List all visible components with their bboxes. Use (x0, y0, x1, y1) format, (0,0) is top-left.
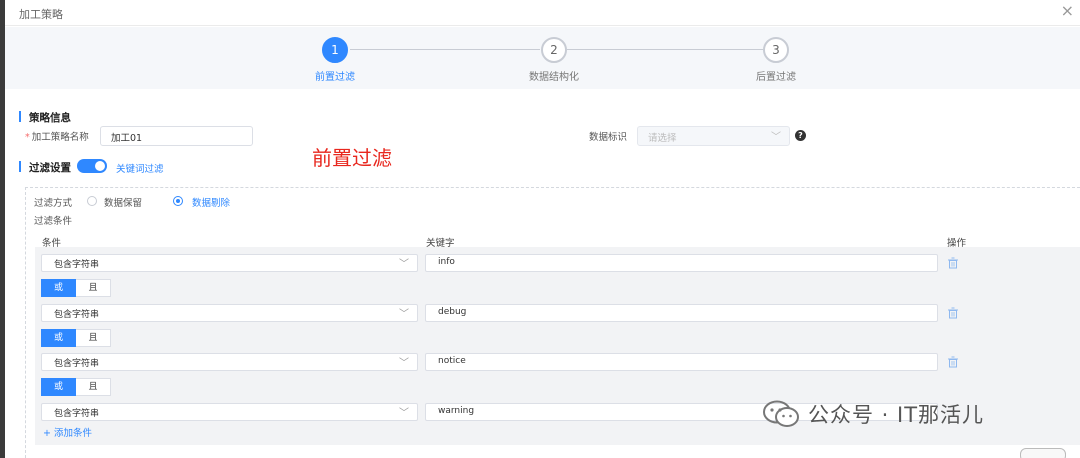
keyword-value: notice (438, 356, 466, 366)
help-icon[interactable]: ? (795, 130, 806, 141)
condition-select[interactable]: 包含字符串 ﹀ (41, 304, 418, 322)
condition-select-value: 包含字符串 (54, 409, 100, 419)
radio-keep-label[interactable]: 数据保留 (104, 195, 142, 209)
step-1[interactable]: 1 前置过滤 (275, 37, 395, 83)
and-button[interactable]: 且 (76, 378, 111, 396)
filter-settings-title: 过滤设置 (19, 160, 71, 175)
step-3-circle: 3 (763, 37, 789, 63)
keyword-filter-link[interactable]: 关键词过滤 (116, 161, 164, 175)
condition-select-value: 包含字符串 (54, 260, 100, 270)
toggle-knob (95, 161, 105, 171)
radio-keep[interactable] (87, 196, 97, 206)
logic-toggle: 或 且 (41, 378, 111, 396)
wechat-icon (763, 400, 799, 427)
radio-remove[interactable] (173, 196, 183, 206)
strategy-name-input[interactable]: 加工01 (100, 126, 253, 146)
chevron-down-icon: ﹀ (399, 358, 409, 369)
step-3-label: 后置过滤 (756, 72, 796, 83)
trash-icon[interactable] (947, 356, 959, 368)
dialog-titlebar: 加工策略 × (5, 0, 1080, 26)
filter-conditions-label: 过滤条件 (34, 216, 73, 227)
filter-toggle[interactable] (77, 159, 107, 173)
annotation-label: 前置过滤 (312, 146, 392, 170)
strategy-name-label: * 加工策略名称 (25, 129, 89, 143)
watermark-text: 公众号 · IT那活儿 (808, 403, 985, 427)
keyword-input[interactable]: info (425, 254, 938, 272)
steps-bar: 1 前置过滤 2 数据结构化 3 后置过滤 (5, 27, 1080, 89)
close-icon[interactable]: × (1061, 3, 1074, 19)
condition-select-value: 包含字符串 (54, 359, 100, 369)
trash-icon[interactable] (947, 257, 959, 269)
condition-select[interactable]: 包含字符串 ﹀ (41, 254, 418, 272)
or-button[interactable]: 或 (41, 378, 76, 396)
strategy-name-value: 加工01 (111, 133, 143, 144)
or-button[interactable]: 或 (41, 279, 76, 297)
chevron-down-icon: ﹀ (399, 309, 409, 320)
chevron-down-icon: ﹀ (771, 132, 781, 143)
step-2-circle: 2 (541, 37, 567, 63)
keyword-input[interactable]: debug (425, 304, 938, 322)
data-tag-label: 数据标识 (589, 132, 628, 143)
condition-select[interactable]: 包含字符串 ﹀ (41, 403, 418, 421)
watermark: 公众号 · IT那活儿 (762, 398, 984, 430)
condition-select[interactable]: 包含字符串 ﹀ (41, 353, 418, 371)
chevron-down-icon: ﹀ (399, 259, 409, 270)
radio-remove-label[interactable]: 数据剔除 (192, 195, 230, 209)
add-condition-button[interactable]: + 添加条件 (43, 425, 92, 439)
required-mark: * (25, 132, 30, 143)
and-button[interactable]: 且 (76, 279, 111, 297)
step-2[interactable]: 2 数据结构化 (494, 37, 614, 83)
and-button[interactable]: 且 (76, 329, 111, 347)
step-2-label: 数据结构化 (529, 72, 579, 83)
keyword-value: warning (438, 406, 475, 416)
condition-select-value: 包含字符串 (54, 310, 100, 320)
keyword-input[interactable]: notice (425, 353, 938, 371)
filter-mode-label: 过滤方式 (34, 198, 73, 209)
dialog-title: 加工策略 (19, 8, 63, 21)
or-button[interactable]: 或 (41, 329, 76, 347)
data-tag-placeholder: 请选择 (648, 133, 677, 144)
corner-button[interactable] (1020, 448, 1066, 458)
step-1-circle: 1 (322, 37, 348, 63)
logic-toggle: 或 且 (41, 329, 111, 347)
chevron-down-icon: ﹀ (399, 408, 409, 419)
keyword-value: debug (438, 307, 467, 317)
step-3[interactable]: 3 后置过滤 (716, 37, 836, 83)
trash-icon[interactable] (947, 307, 959, 319)
data-tag-select[interactable]: 请选择 ﹀ (637, 126, 790, 146)
step-1-label: 前置过滤 (315, 72, 355, 83)
keyword-value: info (438, 257, 455, 267)
strategy-name-label-text: 加工策略名称 (31, 132, 89, 143)
logic-toggle: 或 且 (41, 279, 111, 297)
strategy-info-title: 策略信息 (19, 110, 71, 125)
